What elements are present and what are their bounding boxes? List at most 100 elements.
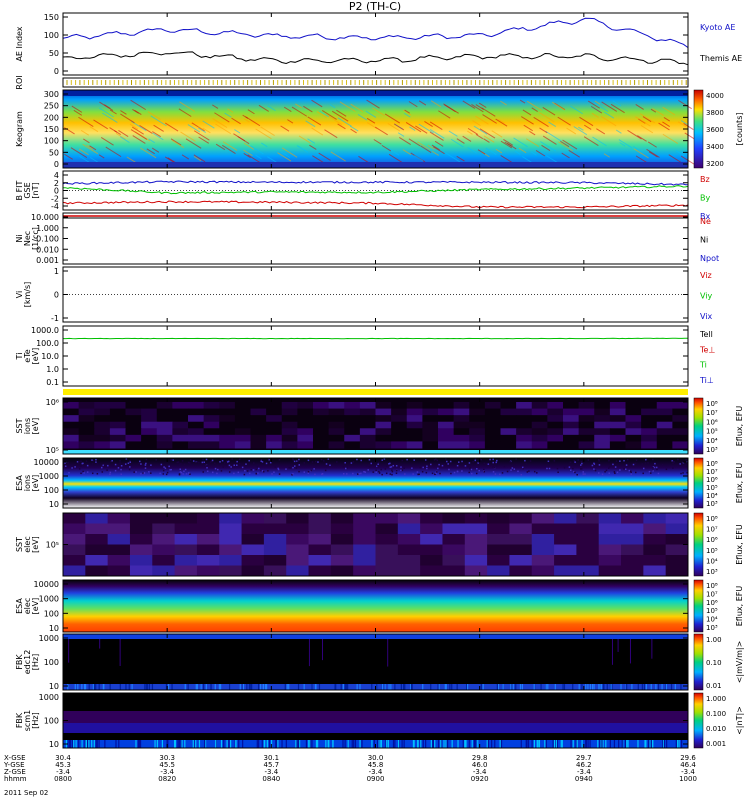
fbk-e-speckle [103, 684, 104, 690]
esa-ions-speckle [574, 472, 576, 474]
sst-ions-cell [547, 435, 563, 442]
sst-ions-cell [141, 422, 157, 429]
sst-ions-cell [422, 415, 438, 422]
sst-ions-cell [376, 409, 392, 416]
sst-elec-cell [219, 566, 242, 577]
summary-plot: P2 (TH-C)150100500AE IndexKyoto AEThemis… [0, 0, 750, 800]
sst-ions-cell [251, 415, 267, 422]
esa-ions-speckle [170, 459, 172, 461]
esa-ions-speckle [83, 472, 85, 474]
quality-flag-bar [63, 389, 688, 395]
sst-ions-cell [297, 402, 313, 409]
fbk-b-speckle [420, 740, 421, 748]
sst-ions-cell [547, 402, 563, 409]
esa-ions-speckle [396, 470, 398, 472]
sst-ions-cell [469, 435, 485, 442]
fbk-b-speckle [425, 740, 426, 748]
esa-ions-speckle [297, 460, 299, 462]
sst-elec-cell [532, 534, 555, 545]
sst-ions-cell [251, 441, 267, 448]
esa-ions-speckle [78, 461, 80, 463]
sst-ions-cell [657, 441, 673, 448]
esa-ions-speckle [146, 459, 148, 461]
esa-ions-speckle [608, 472, 610, 474]
esa-ions-speckle [468, 472, 470, 474]
sst-ions-cell [454, 441, 470, 448]
esa-ions-speckle [381, 459, 383, 461]
ylabel-line: [eV] [31, 536, 40, 553]
sst-ions-cell [547, 428, 563, 435]
sst-elec-cell [130, 513, 153, 524]
sst-ions-cell [563, 435, 579, 442]
esa-ions-speckle [145, 467, 147, 469]
sst-elec-cell [197, 534, 220, 545]
esa-ions-speckle [64, 462, 66, 464]
fbk-b-speckle [371, 740, 372, 748]
sst-elec-cell [576, 513, 599, 524]
esa-ions-speckle [652, 470, 654, 472]
esa-ions-speckle [244, 470, 246, 472]
esa-ions-speckle [314, 474, 316, 476]
sst-ions-cell [157, 409, 173, 416]
esa-ions-speckle [629, 470, 631, 472]
esa-ions-speckle [166, 467, 168, 469]
esa-ions-speckle [396, 472, 398, 474]
esa-ions-speckle [244, 474, 246, 476]
fbk-e-speckle [522, 684, 523, 690]
fbk-e-speckle [246, 684, 247, 690]
esa-ions-speckle [580, 464, 582, 466]
esa-ions-speckle [315, 461, 317, 463]
sst-elec-cell [599, 566, 622, 577]
sst-ions-cell [126, 402, 142, 409]
esa-ions-speckle [360, 473, 362, 475]
colorbar [694, 398, 703, 454]
sst-elec-cell [219, 534, 242, 545]
fbk-b-speckle [431, 740, 432, 748]
sst-ions-cell [610, 402, 626, 409]
axis-row-value: 0800 [54, 775, 72, 783]
sst-ions-cell [563, 402, 579, 409]
fbk-b-speckle [223, 740, 224, 748]
esa-ions-speckle [80, 465, 82, 467]
colorbar-tick-label: 3200 [706, 160, 724, 168]
sst-ions-cell [235, 441, 251, 448]
sst-ions-cell [579, 402, 595, 409]
fbk-e-speckle [85, 684, 86, 690]
esa-ions-speckle [662, 464, 664, 466]
esa-ions-speckle [111, 460, 113, 462]
sst-ions-cell [532, 422, 548, 429]
fbk-e-speckle [481, 684, 482, 690]
esa-ions-speckle [507, 471, 509, 473]
sst-elec-cell [242, 513, 265, 524]
esa-ions-speckle [346, 473, 348, 475]
sst-elec-cell [376, 524, 399, 535]
fbk-e-speckle [110, 684, 111, 690]
esa-ions-speckle [271, 473, 273, 475]
esa-ions-speckle [161, 464, 163, 466]
sst-ions-cell [251, 422, 267, 429]
sst-ions-cell [141, 435, 157, 442]
y-tick-label: 10 [49, 682, 59, 691]
sst-ions-cell [79, 402, 95, 409]
fbk-e-speckle [89, 684, 90, 690]
fbk-b-speckle [678, 740, 679, 748]
legend-entry: Bz [700, 175, 710, 184]
sst-ions-cell [266, 409, 282, 416]
sst-ions-cell [516, 441, 532, 448]
sst-ions-cell [282, 428, 298, 435]
panel-ylabel-sst_e: SSTelec[eV] [15, 536, 40, 553]
sst-elec-cell [509, 513, 532, 524]
y-tick-label: 100 [44, 31, 59, 40]
sst-ions-cell [266, 402, 282, 409]
sst-ions-cell [94, 428, 110, 435]
esa-ions-speckle [598, 472, 600, 474]
esa-ions-speckle [212, 460, 214, 462]
fbk-b-speckle [316, 740, 317, 748]
legend-entry: Kyoto AE [700, 23, 735, 32]
sst-elec-cell [599, 524, 622, 535]
esa-ions-speckle [371, 463, 373, 465]
sst-elec-cell [219, 513, 242, 524]
fbk-b-speckle [521, 740, 522, 748]
sst-ions-cell [282, 415, 298, 422]
fbk-e-speckle [75, 684, 76, 690]
